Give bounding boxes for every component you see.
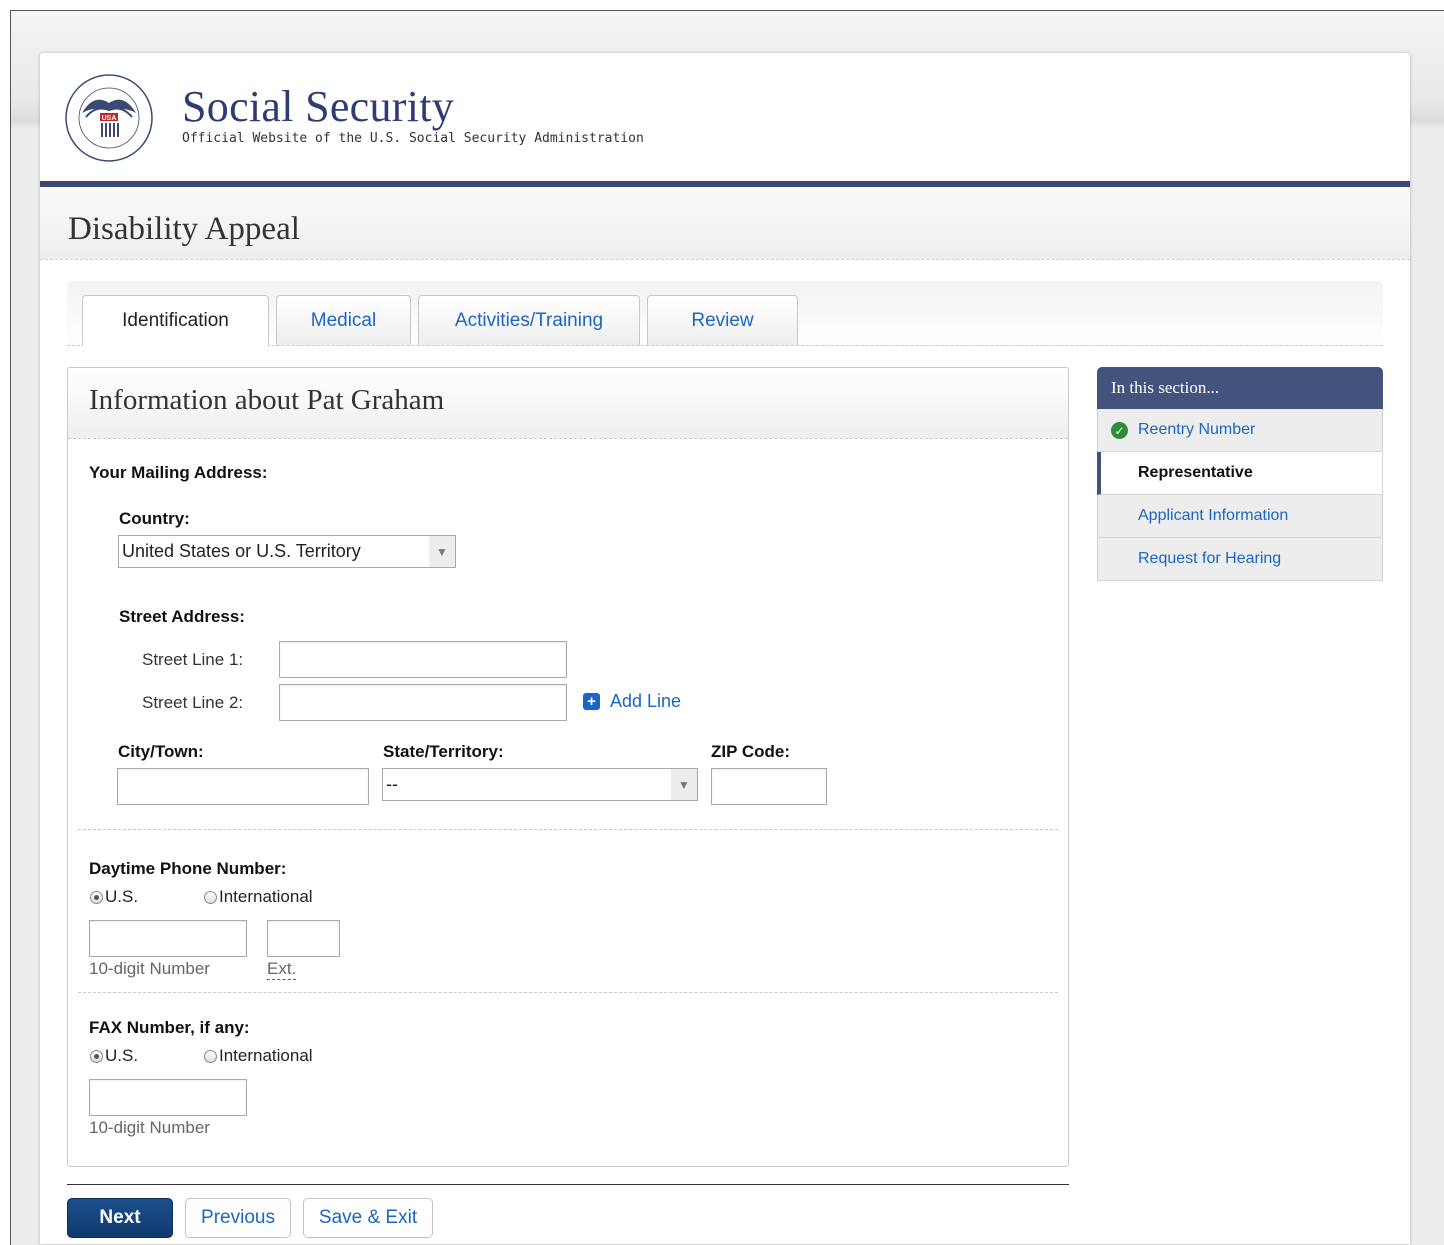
state-select[interactable]: -- ▼ [382, 768, 698, 801]
chevron-down-icon: ▼ [429, 536, 455, 567]
fax-us-radio[interactable]: U.S. [90, 1046, 138, 1066]
save-exit-button[interactable]: Save & Exit [303, 1198, 433, 1238]
page-container: USA Social Security Official Website of … [40, 53, 1410, 1244]
ext-hint[interactable]: Ext. [267, 959, 297, 980]
tab-activities-training[interactable]: Activities/Training [418, 295, 640, 345]
tab-bar: Identification Medical Activities/Traini… [67, 281, 1383, 346]
state-select-value: -- [386, 774, 398, 794]
form-panel: Information about Pat Graham Your Mailin… [67, 367, 1069, 1167]
ssa-seal-logo[interactable]: USA [64, 73, 154, 163]
daytime-phone-label: Daytime Phone Number: [89, 859, 287, 878]
city-label: City/Town: [118, 742, 204, 761]
check-circle-icon: ✓ [1111, 422, 1128, 439]
phone-international-radio[interactable]: International [204, 887, 313, 907]
plus-icon: + [583, 693, 600, 710]
tab-review[interactable]: Review [647, 295, 798, 345]
zip-input[interactable] [711, 768, 827, 805]
street-line-2-input[interactable] [279, 684, 567, 721]
tab-identification[interactable]: Identification [82, 295, 269, 346]
site-title[interactable]: Social Security [182, 81, 454, 132]
section-divider [78, 829, 1058, 830]
phone-ext-input[interactable] [267, 920, 340, 957]
panel-title: Information about Pat Graham [89, 384, 445, 416]
mailing-address-label: Your Mailing Address: [89, 463, 268, 482]
phone-us-label: U.S. [105, 887, 139, 906]
section-nav-heading: In this section... [1097, 367, 1383, 409]
radio-selected-icon [90, 1049, 103, 1063]
footer-rule [67, 1184, 1069, 1185]
site-subtitle: Official Website of the U.S. Social Secu… [182, 131, 644, 146]
page-title: Disability Appeal [68, 211, 300, 247]
street-line-2-label: Street Line 2: [142, 693, 244, 712]
fax-number-hint: 10-digit Number [89, 1118, 210, 1137]
site-header: USA Social Security Official Website of … [40, 53, 1410, 181]
fax-international-radio[interactable]: International [204, 1046, 313, 1066]
phone-number-input[interactable] [89, 920, 247, 957]
next-button[interactable]: Next [67, 1198, 173, 1238]
section-nav-item-applicant-information[interactable]: Applicant Information [1097, 495, 1383, 538]
phone-us-radio[interactable]: U.S. [90, 887, 138, 907]
street-line-1-input[interactable] [279, 641, 567, 678]
section-divider [78, 992, 1058, 993]
tab-medical[interactable]: Medical [276, 295, 411, 345]
zip-label: ZIP Code: [711, 742, 791, 761]
phone-number-hint: 10-digit Number [89, 959, 210, 978]
add-line-label: Add Line [610, 691, 682, 711]
street-address-label: Street Address: [119, 607, 245, 626]
section-nav-item-label: Applicant Information [1138, 507, 1289, 524]
title-band: Disability Appeal [40, 187, 1410, 260]
section-nav-item-label: Representative [1138, 464, 1253, 481]
section-nav: In this section... ✓ Reentry Number Repr… [1097, 367, 1383, 581]
fax-number-input[interactable] [89, 1079, 247, 1116]
fax-label: FAX Number, if any: [89, 1018, 250, 1037]
section-nav-item-request-for-hearing[interactable]: Request for Hearing [1097, 538, 1383, 581]
country-label: Country: [119, 509, 190, 528]
section-nav-item-label: Reentry Number [1138, 421, 1256, 438]
radio-selected-icon [90, 890, 103, 904]
city-input[interactable] [117, 768, 369, 805]
country-select-value: United States or U.S. Territory [122, 541, 361, 561]
state-label: State/Territory: [383, 742, 504, 761]
fax-us-label: U.S. [105, 1046, 139, 1065]
add-line-link[interactable]: + Add Line [583, 691, 681, 712]
panel-header: Information about Pat Graham [68, 368, 1068, 439]
phone-international-label: International [219, 887, 313, 906]
street-line-1-label: Street Line 1: [142, 650, 244, 669]
radio-unselected-icon [204, 1049, 217, 1063]
fax-international-label: International [219, 1046, 313, 1065]
svg-text:USA: USA [102, 115, 117, 122]
radio-unselected-icon [204, 890, 217, 904]
section-nav-item-label: Request for Hearing [1138, 550, 1282, 567]
section-nav-item-representative[interactable]: Representative [1097, 452, 1383, 495]
country-select[interactable]: United States or U.S. Territory ▼ [118, 535, 456, 568]
chevron-down-icon: ▼ [671, 769, 697, 800]
section-nav-item-reentry-number[interactable]: ✓ Reentry Number [1097, 409, 1383, 452]
previous-button[interactable]: Previous [185, 1198, 291, 1238]
